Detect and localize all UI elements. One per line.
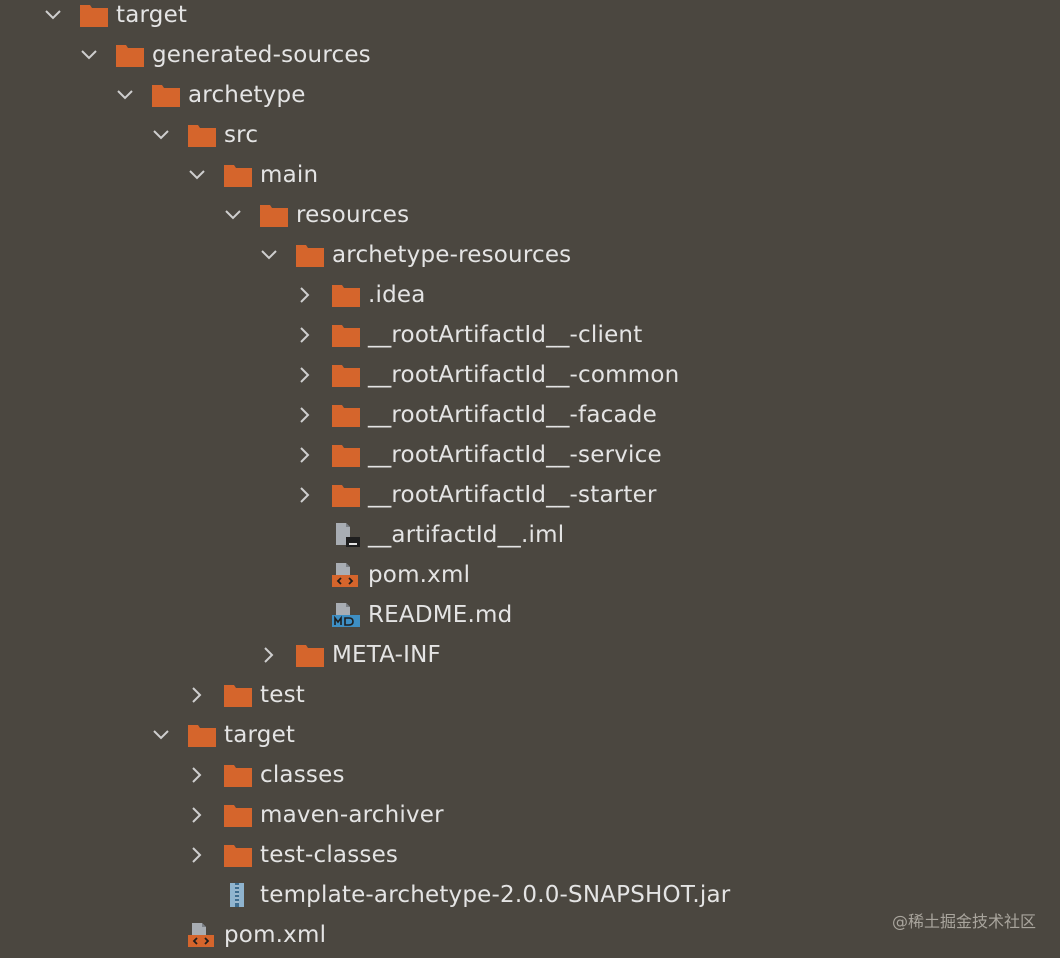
tree-row-maven-archiver[interactable]: maven-archiver (0, 795, 1060, 835)
tree-row-service[interactable]: __rootArtifactId__-service (0, 435, 1060, 475)
chevron-down-icon[interactable] (260, 246, 278, 264)
chevron-down-icon[interactable] (224, 206, 242, 224)
tree-row-label: __rootArtifactId__-service (368, 442, 662, 468)
folder-icon (224, 163, 252, 187)
tree-row-meta-inf[interactable]: META-INF (0, 635, 1060, 675)
tree-row-target[interactable]: target (0, 0, 1060, 35)
chevron-down-icon[interactable] (44, 6, 62, 24)
tree-row-resources[interactable]: resources (0, 195, 1060, 235)
tree-row-inner-target[interactable]: target (0, 715, 1060, 755)
folder-icon (80, 3, 108, 27)
tree-row-starter[interactable]: __rootArtifactId__-starter (0, 475, 1060, 515)
tree-row-label: resources (296, 202, 410, 228)
folder-icon (332, 323, 360, 347)
chevron-down-icon[interactable] (152, 126, 170, 144)
tree-row-archetype[interactable]: archetype (0, 75, 1060, 115)
tree-row-archetype-resources[interactable]: archetype-resources (0, 235, 1060, 275)
project-tree: target generated-sources archetype src m… (0, 0, 1060, 958)
folder-icon (224, 803, 252, 827)
chevron-right-icon[interactable] (188, 846, 206, 864)
iml-file-icon (332, 523, 360, 547)
chevron-right-icon[interactable] (296, 446, 314, 464)
tree-row-label: target (224, 722, 296, 748)
tree-row-idea[interactable]: .idea (0, 275, 1060, 315)
folder-icon (332, 283, 360, 307)
chevron-right-icon[interactable] (296, 366, 314, 384)
chevron-right-icon[interactable] (296, 486, 314, 504)
tree-row-label: __rootArtifactId__-common (368, 362, 680, 388)
tree-row-iml-file[interactable]: __artifactId__.iml (0, 515, 1060, 555)
watermark: @稀土掘金技术社区 (891, 912, 1036, 931)
tree-row-generated-sources[interactable]: generated-sources (0, 35, 1060, 75)
folder-icon (224, 843, 252, 867)
tree-row-label: target (116, 2, 188, 28)
markdown-file-icon (332, 603, 360, 627)
tree-row-label: template-archetype-2.0.0-SNAPSHOT.jar (260, 882, 731, 908)
folder-icon (224, 683, 252, 707)
chevron-right-icon[interactable] (188, 686, 206, 704)
tree-row-label: __rootArtifactId__-starter (368, 482, 657, 508)
tree-row-label: __artifactId__.iml (368, 522, 565, 548)
tree-row-label: pom.xml (368, 562, 471, 588)
tree-row-label: .idea (368, 282, 426, 308)
tree-row-test[interactable]: test (0, 675, 1060, 715)
chevron-right-icon[interactable] (296, 406, 314, 424)
folder-icon (332, 483, 360, 507)
chevron-right-icon[interactable] (260, 646, 278, 664)
folder-icon (332, 443, 360, 467)
folder-icon (224, 763, 252, 787)
tree-row-label: test (260, 682, 305, 708)
tree-row-client[interactable]: __rootArtifactId__-client (0, 315, 1060, 355)
tree-row-pom-xml[interactable]: pom.xml (0, 555, 1060, 595)
tree-row-label: archetype (188, 82, 306, 108)
tree-row-label: META-INF (332, 642, 441, 668)
folder-icon (260, 203, 288, 227)
tree-row-classes[interactable]: classes (0, 755, 1060, 795)
tree-row-label: src (224, 122, 259, 148)
folder-icon (296, 243, 324, 267)
tree-row-label: test-classes (260, 842, 399, 868)
folder-icon (188, 123, 216, 147)
tree-row-label: README.md (368, 602, 513, 628)
folder-icon (296, 643, 324, 667)
tree-row-label: classes (260, 762, 345, 788)
chevron-right-icon[interactable] (296, 286, 314, 304)
folder-icon (332, 363, 360, 387)
folder-icon (116, 43, 144, 67)
folder-icon (152, 83, 180, 107)
tree-row-label: __rootArtifactId__-facade (368, 402, 657, 428)
xml-file-icon (188, 923, 216, 947)
tree-row-label: maven-archiver (260, 802, 444, 828)
tree-row-label: __rootArtifactId__-client (368, 322, 643, 348)
chevron-right-icon[interactable] (296, 326, 314, 344)
chevron-down-icon[interactable] (188, 166, 206, 184)
tree-row-label: archetype-resources (332, 242, 572, 268)
chevron-right-icon[interactable] (188, 766, 206, 784)
jar-file-icon (224, 883, 252, 907)
chevron-right-icon[interactable] (188, 806, 206, 824)
tree-row-main[interactable]: main (0, 155, 1060, 195)
tree-row-label: pom.xml (224, 922, 327, 948)
tree-row-test-classes[interactable]: test-classes (0, 835, 1060, 875)
tree-row-src[interactable]: src (0, 115, 1060, 155)
folder-icon (188, 723, 216, 747)
xml-file-icon (332, 563, 360, 587)
tree-row-readme[interactable]: README.md (0, 595, 1060, 635)
tree-row-label: generated-sources (152, 42, 371, 68)
tree-row-common[interactable]: __rootArtifactId__-common (0, 355, 1060, 395)
tree-row-facade[interactable]: __rootArtifactId__-facade (0, 395, 1060, 435)
folder-icon (332, 403, 360, 427)
tree-row-label: main (260, 162, 319, 188)
chevron-down-icon[interactable] (80, 46, 98, 64)
chevron-down-icon[interactable] (152, 726, 170, 744)
chevron-down-icon[interactable] (116, 86, 134, 104)
